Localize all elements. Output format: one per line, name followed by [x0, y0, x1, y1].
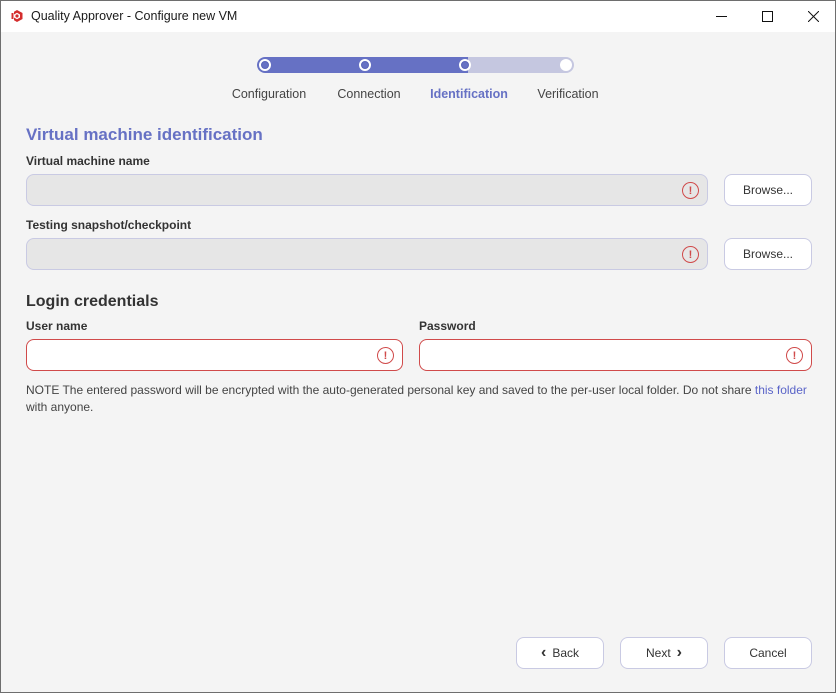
chevron-left-icon: ‹: [540, 644, 547, 661]
section-title-login-credentials: Login credentials: [26, 293, 159, 310]
step-label-configuration: Configuration: [231, 87, 307, 101]
error-icon: !: [786, 347, 803, 364]
vm-name-label: Virtual machine name: [26, 154, 150, 168]
step-label-verification: Verification: [537, 87, 599, 101]
vm-name-input[interactable]: [27, 175, 707, 205]
step-dot-configuration: [259, 59, 271, 71]
maximize-icon: [761, 11, 773, 22]
error-icon: !: [682, 182, 699, 199]
snapshot-browse-button[interactable]: Browse...: [724, 238, 812, 270]
close-button[interactable]: [790, 1, 836, 32]
username-label: User name: [26, 319, 88, 333]
window-title: Quality Approver - Configure new VM: [31, 9, 238, 23]
maximize-button[interactable]: [744, 1, 790, 32]
close-icon: [807, 11, 819, 22]
step-label-connection: Connection: [337, 87, 401, 101]
cancel-button[interactable]: Cancel: [724, 637, 812, 669]
dialog-window: Quality Approver - Configure new VM Conf…: [0, 0, 836, 693]
step-dot-identification: [459, 59, 471, 71]
minimize-icon: [715, 16, 727, 17]
error-icon: !: [682, 246, 699, 263]
next-label: Next: [645, 646, 671, 660]
stepper-track: [257, 57, 574, 73]
snapshot-field-wrapper: !: [26, 238, 708, 270]
back-label: Back: [552, 646, 579, 660]
snapshot-label: Testing snapshot/checkpoint: [26, 218, 192, 232]
encryption-note: NOTE The entered password will be encryp…: [26, 382, 816, 416]
this-folder-link[interactable]: this folder: [755, 383, 807, 397]
note-text-after: with anyone.: [26, 400, 94, 414]
app-logo-icon: [11, 10, 23, 22]
back-button[interactable]: ‹ Back: [516, 637, 604, 669]
minimize-button[interactable]: [698, 1, 744, 32]
next-button[interactable]: Next ›: [620, 637, 708, 669]
vm-name-browse-button[interactable]: Browse...: [724, 174, 812, 206]
note-text-before: NOTE The entered password will be encryp…: [26, 383, 755, 397]
step-label-identification: Identification: [430, 87, 508, 101]
username-field-wrapper: !: [26, 339, 403, 371]
error-icon: !: [377, 347, 394, 364]
password-field-wrapper: !: [419, 339, 812, 371]
username-input[interactable]: [27, 340, 402, 370]
password-input[interactable]: [420, 340, 811, 370]
snapshot-input[interactable]: [27, 239, 707, 269]
step-dot-verification: [560, 59, 572, 71]
section-title-vm-identification: Virtual machine identification: [26, 125, 263, 144]
step-dot-connection: [359, 59, 371, 71]
password-label: Password: [419, 319, 476, 333]
vm-name-field-wrapper: !: [26, 174, 708, 206]
title-bar: Quality Approver - Configure new VM: [1, 1, 835, 32]
chevron-right-icon: ›: [676, 644, 682, 661]
